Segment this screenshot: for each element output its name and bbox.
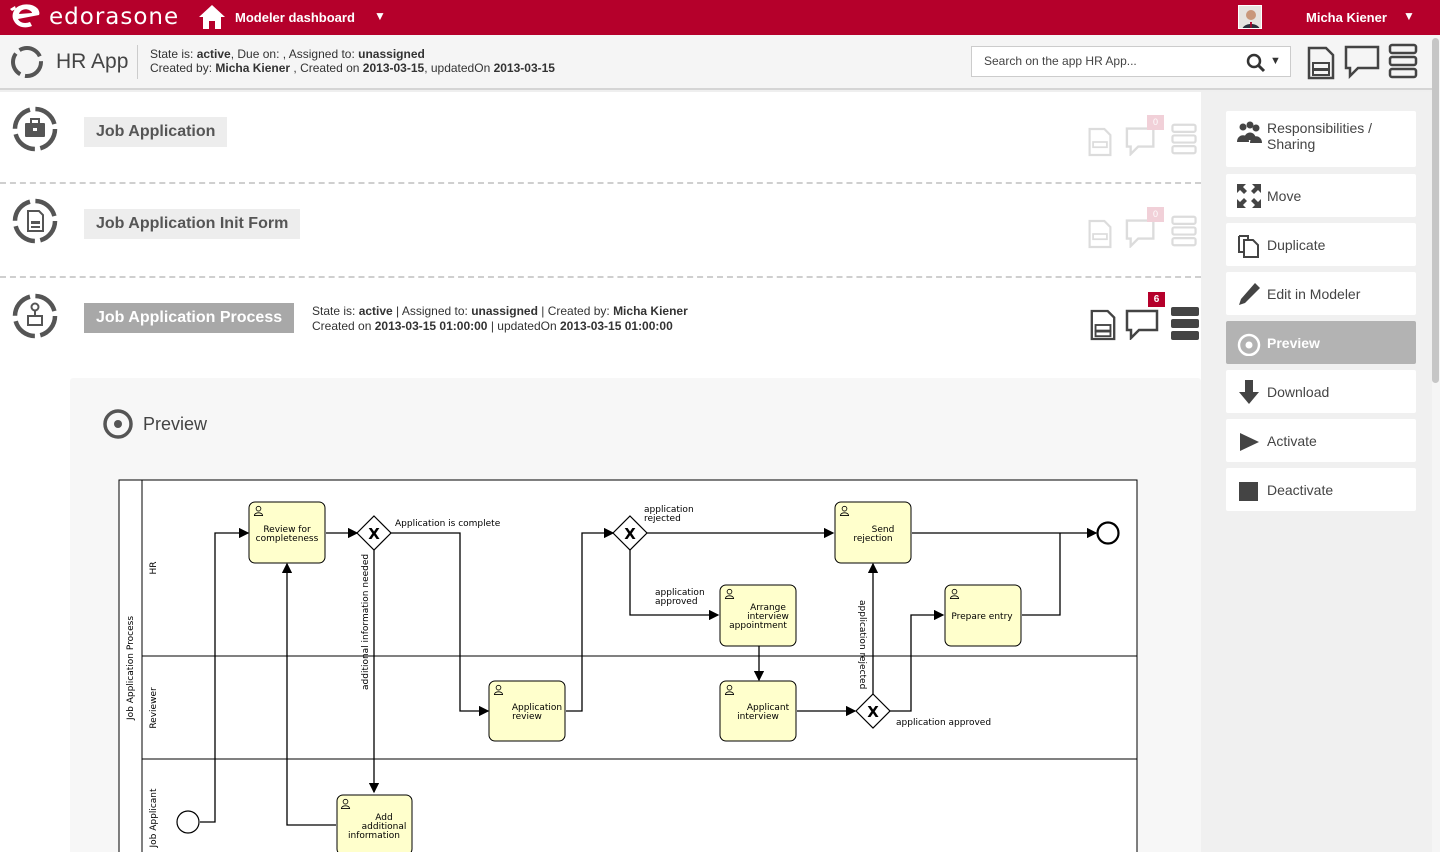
divider (137, 45, 138, 79)
list-icon[interactable] (1388, 43, 1418, 79)
action-sidebar: Responsibilities / Sharing Move Duplicat… (1201, 92, 1432, 852)
svg-text:X: X (624, 525, 636, 543)
comment-count-badge: 6 (1148, 292, 1165, 307)
edoras-logo-icon[interactable] (8, 3, 44, 32)
task-send-rejection: Send rejection (834, 501, 912, 564)
app-meta-line1: State is: active, Due on: , Assigned to:… (150, 47, 425, 61)
svg-text:interview: interview (737, 712, 779, 722)
pool-label: Job Application Process (126, 616, 136, 721)
list-item[interactable]: Job Application Init Form 0 (0, 184, 1201, 276)
flow-label: approved (655, 597, 698, 607)
form-icon (12, 198, 58, 244)
duplicate-icon (1238, 235, 1259, 258)
flow-label: rejected (644, 514, 681, 524)
list-item-selected[interactable]: Job Application Process State is: active… (0, 278, 1201, 368)
search-box[interactable]: ▼ (971, 46, 1291, 77)
play-icon (1240, 433, 1259, 451)
svg-text:Prepare entry: Prepare entry (951, 612, 1013, 622)
svg-text:review: review (512, 712, 542, 722)
chevron-down-icon[interactable]: ▼ (1403, 9, 1415, 23)
lane-label: HR (149, 561, 159, 574)
svg-text:rejection: rejection (853, 534, 892, 544)
start-event (176, 810, 200, 834)
edit-in-modeler-button[interactable]: Edit in Modeler (1226, 272, 1416, 315)
responsibilities-button[interactable]: Responsibilities / Sharing (1226, 111, 1416, 167)
document-icon[interactable] (1089, 308, 1117, 342)
app-meta-line2: Created by: Micha Kiener , Created on 20… (150, 61, 555, 75)
chevron-down-icon[interactable]: ▼ (1270, 55, 1281, 67)
preview-panel: Preview Job Application Process HR Revie… (70, 378, 1201, 852)
task-review-completeness: Review for completeness (248, 501, 326, 564)
task-prepare-entry: Prepare entry (944, 584, 1022, 647)
list-icon[interactable] (1170, 123, 1198, 155)
people-icon (1237, 121, 1262, 143)
svg-text:X: X (867, 703, 879, 721)
lane-label: Reviewer (149, 687, 159, 729)
duplicate-button[interactable]: Duplicate (1226, 223, 1416, 266)
item-title[interactable]: Job Application Process (84, 303, 295, 333)
task-add-information: Add additional information (336, 794, 413, 852)
comment-count-badge: 0 (1147, 115, 1164, 130)
item-meta-line1: State is: active | Assigned to: unassign… (312, 304, 688, 318)
flow-label: Application is complete (395, 519, 501, 529)
activate-button[interactable]: Activate (1226, 419, 1416, 462)
dashboard-menu[interactable]: Modeler dashboard (235, 10, 355, 25)
task-application-review: Application review (488, 680, 566, 742)
svg-text:information: information (348, 831, 400, 841)
item-meta-line2: Created on 2013-03-15 01:00:00 | updated… (312, 319, 673, 333)
comment-count-badge: 0 (1147, 207, 1164, 222)
list-item[interactable]: Job Application 0 (0, 92, 1201, 182)
preview-icon (1237, 333, 1261, 356)
download-button[interactable]: Download (1226, 370, 1416, 413)
search-icon[interactable] (1246, 53, 1266, 73)
scrollbar-thumb[interactable] (1432, 38, 1439, 383)
app-header: HR App State is: active, Due on: , Assig… (0, 35, 1432, 90)
download-icon (1239, 380, 1259, 404)
item-title[interactable]: Job Application (84, 117, 228, 147)
briefcase-icon (12, 106, 58, 152)
preview-button[interactable]: Preview (1226, 321, 1416, 364)
user-name[interactable]: Micha Kiener (1306, 10, 1387, 25)
chevron-down-icon[interactable]: ▼ (374, 9, 386, 23)
top-bar: edorasone Modeler dashboard ▼ Micha Kien… (0, 0, 1440, 35)
process-icon (12, 293, 58, 339)
list-icon[interactable] (1170, 215, 1198, 247)
end-event (1096, 521, 1120, 545)
page-title: HR App (56, 50, 129, 73)
task-arrange-interview: Arrange interview appointment (719, 584, 797, 647)
app-circle-icon (11, 46, 43, 78)
user-photo-icon (1239, 6, 1261, 28)
list-icon[interactable] (1170, 306, 1200, 342)
svg-text:X: X (368, 525, 380, 543)
svg-text:completeness: completeness (256, 534, 319, 544)
deactivate-button[interactable]: Deactivate (1226, 468, 1416, 511)
comment-icon[interactable] (1125, 304, 1161, 340)
move-icon (1237, 184, 1261, 208)
stop-icon (1239, 482, 1258, 501)
search-input[interactable] (984, 54, 1239, 68)
avatar[interactable] (1238, 5, 1262, 29)
flow-label: application rejected (857, 600, 867, 689)
task-applicant-interview: Applicant interview (719, 680, 797, 742)
document-icon[interactable] (1306, 45, 1336, 81)
flow-label: additional information needed (361, 554, 371, 690)
flow-label: application approved (896, 718, 991, 728)
lane-label: Job Applicant (149, 788, 159, 848)
move-button[interactable]: Move (1226, 174, 1416, 217)
comment-icon[interactable] (1344, 45, 1380, 79)
brand-name[interactable]: edorasone (49, 4, 179, 30)
bpmn-diagram: Job Application Process HR Reviewer Job … (118, 479, 1138, 852)
home-icon[interactable] (198, 3, 226, 31)
pencil-icon (1239, 283, 1260, 305)
document-icon[interactable] (1087, 126, 1113, 158)
main-content: Job Application 0 Job Application Init F… (0, 92, 1201, 852)
svg-text:appointment: appointment (729, 621, 787, 631)
item-title[interactable]: Job Application Init Form (84, 209, 301, 239)
document-icon[interactable] (1087, 218, 1113, 250)
